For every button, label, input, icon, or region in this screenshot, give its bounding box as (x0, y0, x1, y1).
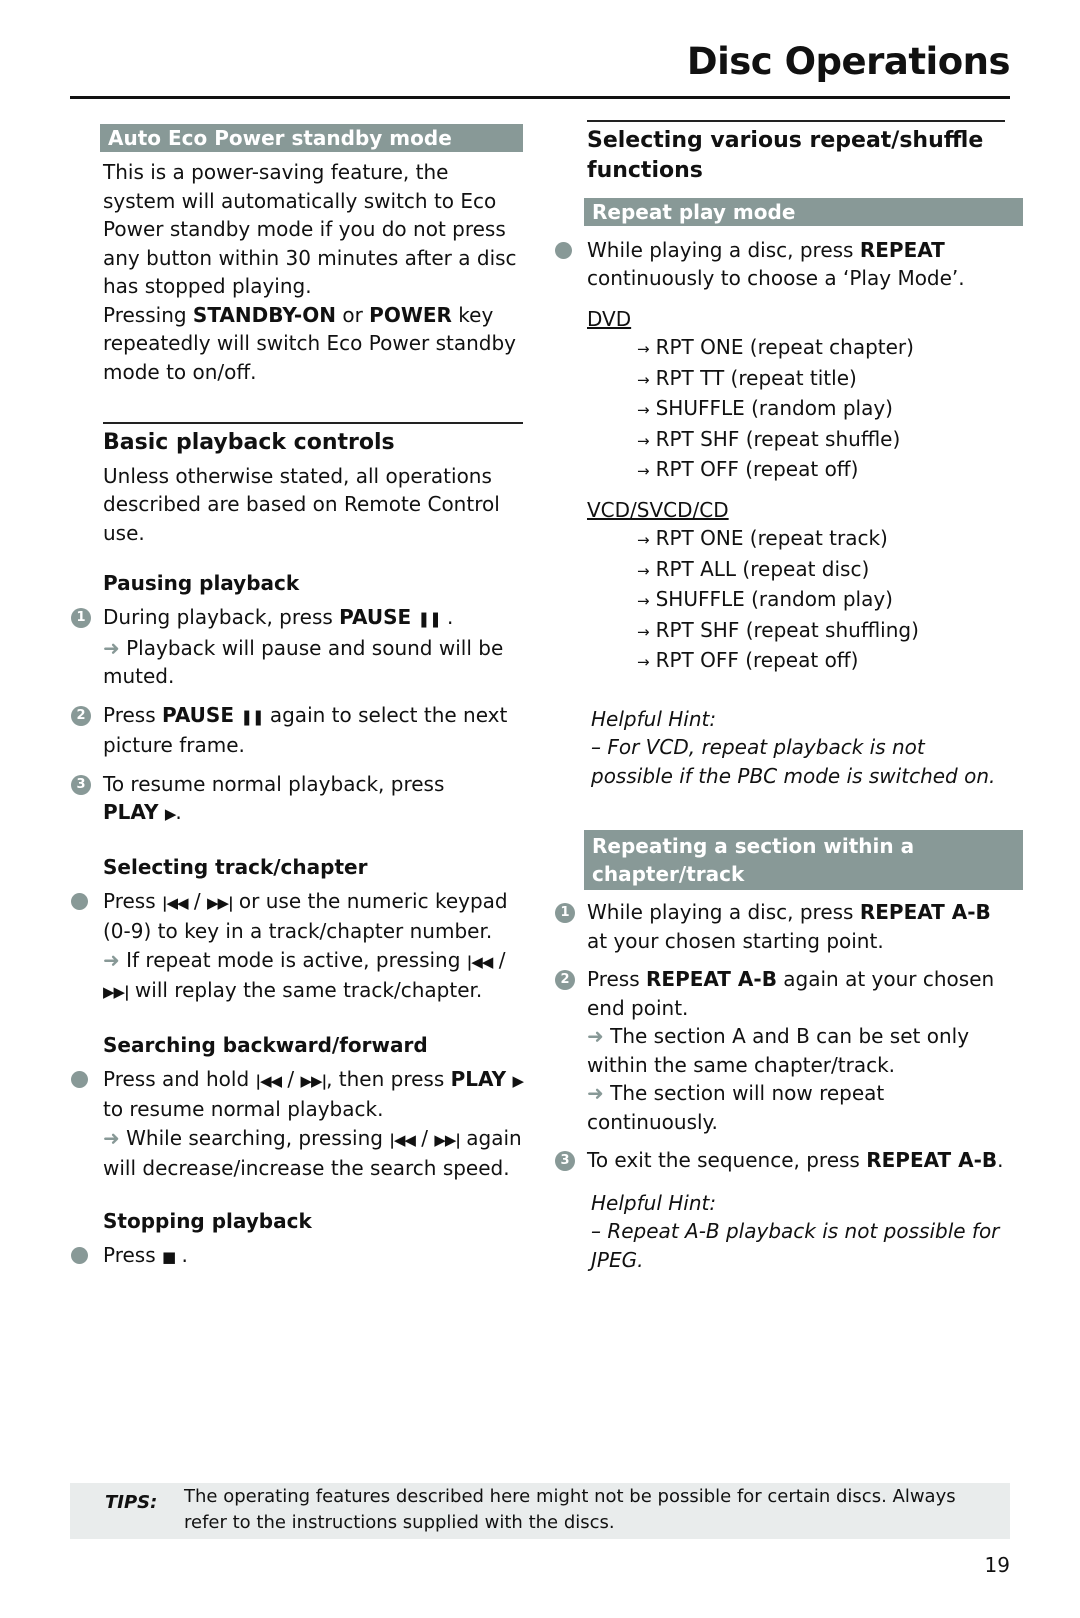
mode-label: SHUFFLE (random play) (655, 396, 893, 420)
arrow-icon: → (637, 370, 650, 389)
mode-list-item: → RPT OFF (repeat off) (637, 455, 1007, 486)
next-icon: ▶▶| (300, 1071, 328, 1090)
result-arrow-icon: ➜ (103, 1125, 120, 1150)
subheading-pausing: Pausing playback (103, 571, 300, 595)
arrow-icon: → (637, 561, 650, 580)
hint-title: Helpful Hint: (591, 1190, 717, 1215)
mode-label: RPT ONE (repeat chapter) (655, 335, 914, 359)
mode-list-item: → RPT ONE (repeat track) (637, 524, 1007, 555)
arrow-icon: → (637, 340, 650, 358)
ab-step-3: 3 To exit the sequence, press REPEAT A-B… (555, 1146, 1007, 1175)
mode-list-item: → RPT SHF (repeat shuffle) (637, 425, 1007, 456)
result-arrow-icon: ➜ (103, 635, 120, 660)
subheading-stopping: Stopping playback (103, 1208, 312, 1233)
pausing-step-3: 3 To resume normal playback, press PLAY … (71, 770, 523, 829)
mode-list-item: → SHUFFLE (random play) (637, 394, 1007, 425)
basic-intro: Unless otherwise stated, all operations … (103, 463, 500, 545)
eco-paragraph-1: This is a power-saving feature, the syst… (103, 160, 517, 298)
arrow-icon: → (637, 462, 650, 480)
tips-text: The operating features described here mi… (184, 1486, 956, 1533)
standby-on-key: STANDBY-ON (192, 302, 336, 327)
right-column: Selecting various repeat/shuffle functio… (555, 120, 1023, 1274)
mode-list-item: → SHUFFLE (random play) (637, 585, 1007, 616)
section-rule (103, 422, 523, 424)
dvd-label: DVD (587, 306, 632, 331)
hint-text: – For VCD, repeat playback is not possib… (591, 735, 996, 788)
result-arrow-icon: ➜ (587, 1024, 604, 1048)
section-heading-repeat: Selecting various repeat/shuffle functio… (587, 127, 984, 183)
arrow-icon: → (637, 401, 650, 419)
arrow-icon: → (637, 653, 650, 671)
section-bar-ab: Repeating a section within a chapter/tra… (584, 830, 1023, 890)
step-number-icon: 2 (71, 705, 91, 726)
section-heading-basic: Basic playback controls (103, 429, 395, 455)
mode-list-item: → RPT TT (repeat title) (637, 364, 1007, 395)
play-icon: ▶ (164, 805, 177, 823)
mode-list-item: → RPT SHF (repeat shuffling) (637, 616, 1007, 647)
page-title: Disc Operations (686, 40, 1011, 83)
previous-icon: |◀◀ (466, 952, 494, 971)
hint-text: – Repeat A-B playback is not possible fo… (591, 1219, 1000, 1272)
arrow-icon: → (637, 622, 650, 641)
mode-label: RPT SHF (repeat shuffle) (655, 426, 901, 451)
searching-item: Press and hold |◀◀ / ▶▶|, then press PLA… (71, 1065, 524, 1183)
mode-label: RPT OFF (repeat off) (655, 648, 859, 672)
mode-list-item: → RPT ONE (repeat chapter) (637, 333, 1007, 364)
play-icon: ▶ (512, 1071, 524, 1090)
stop-icon: ■ (162, 1247, 176, 1266)
ab-step-1: 1 While playing a disc, press REPEAT A-B… (555, 898, 1007, 955)
header-rule (70, 96, 1010, 99)
ab-step-2: 2 Press REPEAT A-B again at your chosen … (555, 965, 1007, 1136)
mode-label: SHUFFLE (random play) (655, 587, 893, 611)
bullet-icon (555, 241, 572, 259)
tips-label: TIPS: (105, 1492, 158, 1513)
mode-label: RPT ONE (repeat track) (655, 526, 888, 550)
subheading-selecting: Selecting track/chapter (103, 854, 368, 879)
arrow-icon: → (637, 531, 650, 549)
step-number-icon: 1 (555, 903, 575, 923)
selecting-item: Press |◀◀ / ▶▶| or use the numeric keypa… (71, 887, 523, 1007)
mode-label: RPT OFF (repeat off) (655, 457, 859, 481)
subheading-searching: Searching backward/forward (103, 1032, 428, 1057)
pause-icon: ❚❚ (417, 610, 442, 628)
dvd-mode-list: → RPT ONE (repeat chapter) → RPT TT (repeat… (587, 333, 1007, 486)
bullet-icon (71, 1070, 88, 1088)
section-bar-repeat: Repeat play mode (584, 197, 1023, 226)
hint-title: Helpful Hint: (591, 706, 717, 731)
previous-icon: |◀◀ (255, 1071, 283, 1090)
step-number-icon: 3 (555, 1151, 575, 1171)
next-icon: ▶▶| (103, 983, 130, 1001)
pausing-step-1: 1 During playback, press PAUSE ❚❚ . ➜ Pl… (71, 603, 523, 691)
page-number: 19 (984, 1553, 1010, 1577)
section-bar-eco: Auto Eco Power standby mode (100, 124, 523, 152)
vcd-label: VCD/SVCD/CD (587, 497, 729, 522)
mode-list-item: → RPT OFF (repeat off) (637, 646, 1007, 677)
next-icon: ▶▶| (207, 893, 234, 912)
step-number-icon: 2 (555, 970, 575, 990)
mode-list-item: → RPT ALL (repeat disc) (637, 555, 1007, 586)
previous-icon: |◀◀ (162, 893, 189, 912)
mode-label: RPT ALL (repeat disc) (655, 556, 870, 581)
repeat-item: While playing a disc, press REPEAT conti… (555, 236, 1007, 293)
result-arrow-icon: ➜ (587, 1081, 604, 1105)
step-number-icon: 1 (71, 608, 91, 628)
result-arrow-icon: ➜ (103, 947, 120, 972)
arrow-icon: → (637, 431, 650, 450)
mode-label: RPT SHF (repeat shuffling) (655, 617, 919, 642)
mode-label: RPT TT (repeat title) (655, 365, 857, 390)
left-column: Auto Eco Power standby mode This is a po… (71, 124, 524, 1272)
bullet-icon (71, 1246, 88, 1264)
eco-paragraph-2: Pressing STANDBY-ON or POWER key repeate… (103, 302, 516, 384)
pausing-step-2: 2 Press PAUSE ❚❚ again to select the nex… (71, 701, 523, 760)
power-key: POWER (369, 302, 452, 327)
stopping-item: Press ■ . (71, 1241, 523, 1272)
next-icon: ▶▶| (434, 1130, 461, 1149)
pause-icon: ❚❚ (240, 707, 264, 726)
arrow-icon: → (637, 592, 650, 610)
previous-icon: |◀◀ (389, 1130, 416, 1149)
vcd-mode-list: → RPT ONE (repeat track) → RPT ALL (repeat … (587, 524, 1007, 677)
step-number-icon: 3 (71, 774, 91, 795)
bullet-icon (71, 892, 88, 910)
section-rule (587, 120, 1005, 122)
